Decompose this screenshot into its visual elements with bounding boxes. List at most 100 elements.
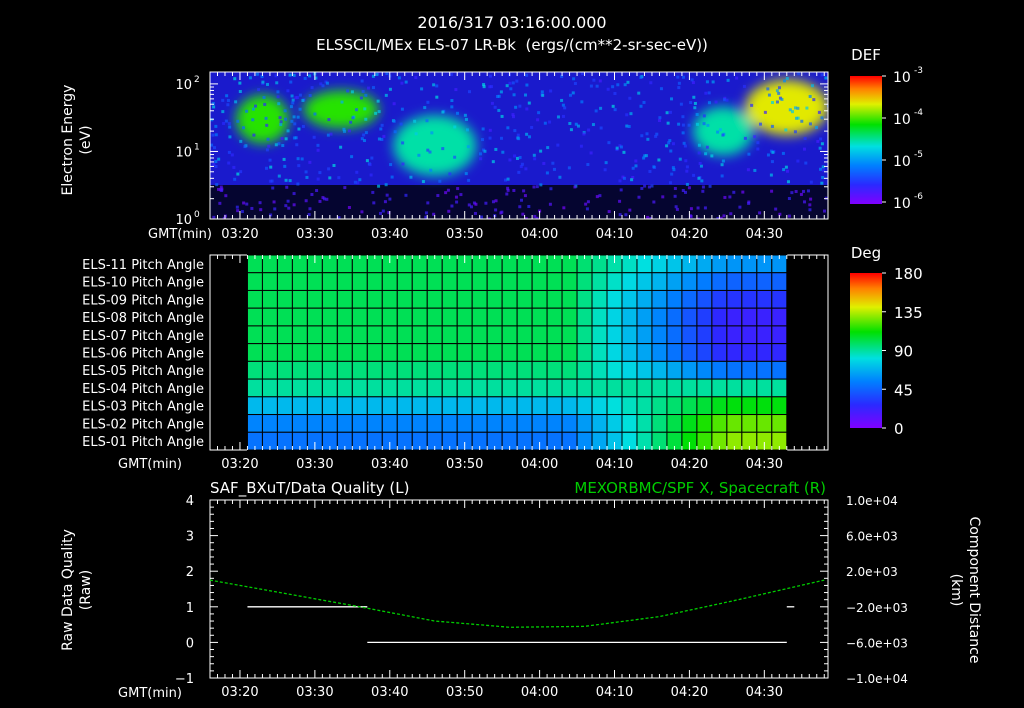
spectrogram-pixel (563, 106, 567, 110)
spectrogram-pixel (484, 201, 488, 205)
spectrogram-pixel (304, 199, 308, 203)
spectrogram-feature (303, 90, 379, 129)
pitch-cell (621, 414, 638, 433)
spectrogram-pixel (808, 122, 812, 126)
distance-right-tick-label: 1.0e+04 (846, 494, 898, 508)
deg-colorbar-tick-label: 135 (894, 304, 923, 322)
spectrogram-pixel (822, 209, 826, 213)
spectrogram-pixel (808, 208, 812, 212)
spectrogram-pixel (290, 94, 294, 98)
spectrogram-pixel (238, 81, 242, 85)
spectrogram-pixel (276, 90, 280, 94)
spectrogram-pixel (512, 93, 516, 97)
pitch-cell (411, 343, 428, 362)
spectrogram-pixel (584, 202, 588, 206)
spectrogram-pixel (489, 85, 493, 89)
spectrogram-pixel (393, 130, 397, 134)
spectrogram-pixel (213, 146, 217, 150)
spectrogram-pixel (756, 141, 760, 145)
spectrogram-pixel (548, 202, 552, 206)
pitch-cell (771, 396, 788, 416)
pitch-cell (261, 325, 278, 345)
pitch-row-label: ELS-06 Pitch Angle (82, 347, 204, 362)
spectrogram-pixel (820, 181, 824, 185)
spectrogram-pixel (228, 135, 232, 139)
pitch-cell (336, 325, 353, 345)
spectrogram-pixel (425, 119, 429, 123)
pitch-cell (261, 289, 278, 309)
pitch-cell (561, 343, 578, 362)
spectrogram-pixel (289, 80, 293, 84)
pitch-cell (771, 360, 788, 380)
pitch-cell (576, 325, 593, 345)
spectrogram-pixel (277, 142, 281, 146)
spectrogram-pixel (816, 139, 820, 143)
spectrogram-pixel (298, 107, 302, 111)
spectrogram-pixel (532, 185, 536, 189)
pitch-cell (546, 272, 563, 291)
spectrogram-pixel (654, 134, 658, 138)
pitch-cell (396, 272, 413, 291)
pitch-cell (291, 272, 308, 291)
pitch-cell (666, 272, 683, 291)
spectrogram-pixel (705, 145, 709, 149)
spectrogram-pixel (568, 93, 572, 97)
spectrogram-pixel (784, 165, 788, 169)
pitch-cell (771, 343, 788, 362)
pitch-cell (681, 272, 698, 291)
spectrogram-pixel (316, 143, 320, 147)
pitch-cell (591, 360, 608, 380)
pitch-cell (621, 360, 638, 380)
spectrogram-pixel (296, 182, 300, 186)
spectrogram-pixel (777, 86, 781, 90)
spectrogram-pixel (328, 176, 332, 180)
spectrogram-pixel (371, 86, 375, 90)
pitch-cell (636, 378, 653, 398)
spectrogram-pixel (517, 170, 521, 174)
spectrogram-pixel (589, 84, 593, 88)
spectrogram-pixel (586, 200, 590, 204)
spectrogram-pixel (269, 165, 273, 169)
spectrogram-pixel (735, 76, 739, 80)
distance-right-tick-label: −1.0e+04 (846, 672, 908, 686)
spectrogram-pixel (659, 87, 663, 91)
spectrogram-pixel (677, 122, 681, 126)
quality-series (209, 579, 825, 644)
pitch-cell (366, 307, 383, 327)
spectrogram-pixel (720, 174, 724, 178)
spectrogram-pixel (288, 179, 292, 183)
pitch-cell (561, 396, 578, 416)
pitch-cell (591, 414, 608, 433)
spectrogram-pixel (797, 72, 801, 76)
spectrogram-pixel (520, 162, 524, 166)
spectrogram-pixel (340, 100, 344, 104)
spectrogram-pixel (264, 116, 268, 120)
spectrogram-pixel (613, 108, 617, 112)
def-colorbar-tick-exponent: -5 (914, 150, 923, 160)
pitch-cell (351, 307, 368, 327)
pitch-cell (516, 343, 533, 362)
spectrogram-pixel (535, 185, 539, 189)
pitch-cell (591, 325, 608, 345)
spectrogram-pixel (556, 143, 560, 147)
pitch-cell (276, 307, 293, 327)
quality-left-tick-label: 4 (186, 494, 194, 509)
spectrogram-pixel (430, 131, 434, 135)
spectrogram-pixel (692, 173, 696, 177)
spectrogram-pixel (721, 133, 725, 137)
spectrogram-pixel (377, 184, 381, 188)
pitch-cell (441, 289, 458, 309)
pitch-cell (606, 414, 623, 433)
spectrogram-pixel (491, 160, 495, 164)
spectrogram-pixel (750, 103, 754, 107)
spectrogram-pixel (698, 161, 702, 165)
pitch-cell (576, 307, 593, 327)
spectrogram-pixel (339, 145, 343, 149)
spectrogram-pixel (642, 100, 646, 104)
spectrogram-pixel (532, 153, 536, 157)
pitch-cell (501, 289, 518, 309)
spectrogram-pixel (464, 117, 468, 121)
spectrogram-pixel (661, 195, 665, 199)
spectrogram-pixel (802, 147, 806, 151)
spectrogram-pixel (230, 153, 234, 157)
